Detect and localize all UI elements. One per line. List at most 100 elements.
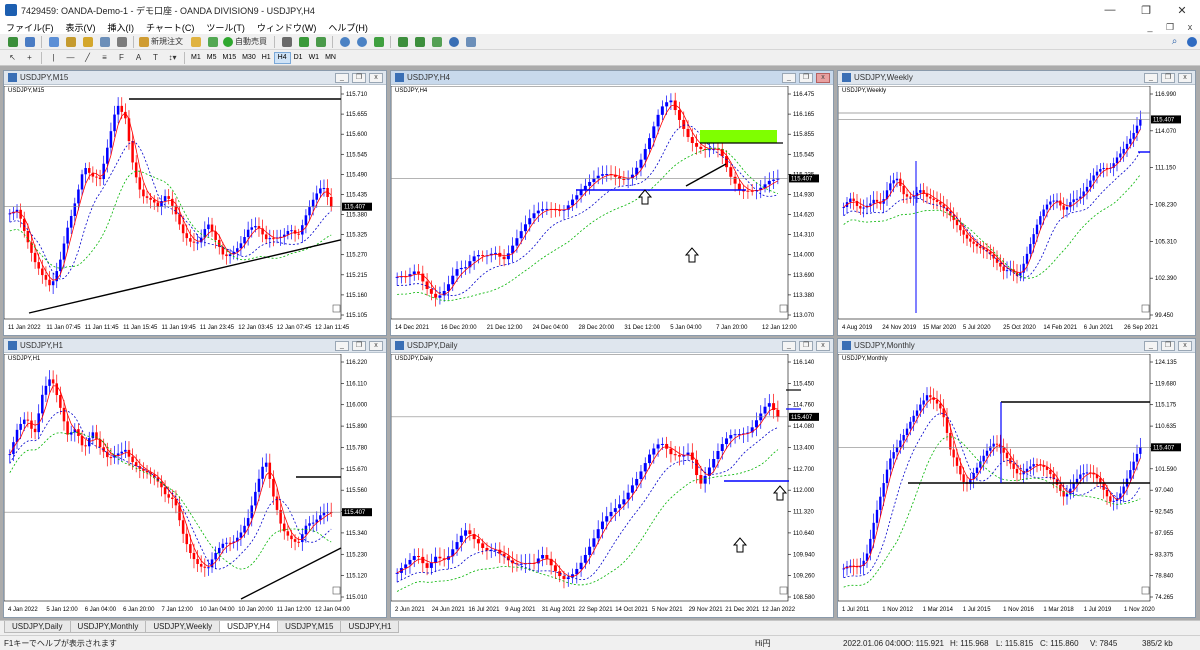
fibonacci-tool[interactable]: F — [115, 51, 128, 64]
chart-shift-button[interactable] — [413, 35, 426, 48]
options-button[interactable] — [206, 35, 219, 48]
chart-minimize-button[interactable]: _ — [782, 340, 796, 351]
periods-button[interactable] — [447, 35, 460, 48]
auto-trading-button[interactable]: 自動売買 — [223, 35, 269, 48]
chart-close-button[interactable]: x — [369, 340, 383, 351]
zoom-out-button[interactable] — [355, 35, 368, 48]
new-chart-button[interactable] — [6, 35, 19, 48]
chart-minimize-button[interactable]: _ — [782, 72, 796, 83]
menu-file[interactable]: ファイル(F) — [0, 21, 60, 34]
data-window-button[interactable] — [64, 35, 77, 48]
mdi-close-button[interactable]: x — [1180, 22, 1200, 33]
account-button[interactable] — [1185, 35, 1198, 48]
chart-window-titlebar[interactable]: USDJPY,H1 _ ❐ x — [4, 339, 386, 353]
tab-usdjpy-m15[interactable]: USDJPY,M15 — [277, 621, 342, 633]
timeframe-d1[interactable]: D1 — [291, 52, 306, 64]
chart-minimize-button[interactable]: _ — [335, 340, 349, 351]
menu-window[interactable]: ウィンドウ(W) — [251, 21, 323, 34]
close-button[interactable]: ✕ — [1164, 0, 1200, 20]
label-tool[interactable]: T — [149, 51, 162, 64]
chart-canvas[interactable]: 116.990 114.070 111.150 108.230 105.310 102.3… — [838, 86, 1195, 335]
mdi-restore-button[interactable]: ❐ — [1160, 22, 1180, 33]
text-tool[interactable]: A — [132, 51, 145, 64]
maximize-button[interactable]: ❐ — [1128, 0, 1164, 20]
chart-window-titlebar[interactable]: USDJPY,M15 _ ❐ x — [4, 71, 386, 85]
menu-help[interactable]: ヘルプ(H) — [322, 21, 374, 34]
mdi-minimize-button[interactable]: _ — [1140, 22, 1160, 33]
chart-canvas[interactable]: 124.135119.680115.175110.635106.045101.5… — [838, 354, 1195, 617]
search-button[interactable]: ⌕ — [1168, 35, 1181, 48]
menu-charts[interactable]: チャート(C) — [140, 21, 200, 34]
indicators-button[interactable] — [430, 35, 443, 48]
market-watch-button[interactable] — [47, 35, 60, 48]
candlestick-button[interactable] — [297, 35, 310, 48]
timeframe-m5[interactable]: M5 — [204, 52, 220, 64]
tab-usdjpy-daily[interactable]: USDJPY,Daily — [4, 621, 71, 633]
chart-canvas[interactable]: 116.140 115.450 114.760 114.080 113.400 112.7… — [391, 354, 833, 617]
timeframe-mn[interactable]: MN — [322, 52, 339, 64]
chart-close-button[interactable]: x — [1178, 340, 1192, 351]
metaeditor-button[interactable] — [189, 35, 202, 48]
tab-usdjpy-weekly[interactable]: USDJPY,Weekly — [145, 621, 221, 633]
chart-window-m15[interactable]: USDJPY,M15 _ ❐ x 115.710 115.655 115.600 115.54… — [3, 70, 387, 336]
menu-tools[interactable]: ツール(T) — [200, 21, 251, 34]
chart-close-button[interactable]: x — [369, 72, 383, 83]
tab-usdjpy-h4[interactable]: USDJPY,H4 — [219, 621, 279, 633]
arrows-tool[interactable]: ↕▾ — [166, 51, 179, 64]
profiles-button[interactable] — [23, 35, 36, 48]
chart-restore-button[interactable]: ❐ — [799, 340, 813, 351]
chart-restore-button[interactable]: ❐ — [352, 72, 366, 83]
navigator-button[interactable] — [81, 35, 94, 48]
chart-canvas[interactable]: 116.220 116.110 116.000 115.890 115.780 115.6… — [4, 354, 386, 617]
tab-usdjpy-monthly[interactable]: USDJPY,Monthly — [69, 621, 147, 633]
line-chart-button[interactable] — [314, 35, 327, 48]
minimize-button[interactable]: — — [1092, 0, 1128, 20]
timeframe-h1[interactable]: H1 — [259, 52, 274, 64]
vertical-line-tool[interactable]: | — [47, 51, 60, 64]
chart-canvas[interactable]: 116.475116.165115.855115.545115.235114.9… — [391, 86, 833, 335]
chart-minimize-button[interactable]: _ — [1144, 72, 1158, 83]
chart-window-monthly[interactable]: USDJPY,Monthly _ ❐ x 124.135 119.680 115.175 11… — [837, 338, 1196, 618]
chart-restore-button[interactable]: ❐ — [799, 72, 813, 83]
auto-scroll-button[interactable] — [396, 35, 409, 48]
candle-body — [648, 454, 652, 464]
chart-close-button[interactable]: x — [816, 340, 830, 351]
zoom-in-button[interactable] — [338, 35, 351, 48]
new-order-button[interactable]: 新規注文 — [139, 35, 185, 48]
templates-button[interactable] — [464, 35, 477, 48]
chart-restore-button[interactable]: ❐ — [1161, 72, 1175, 83]
menu-view[interactable]: 表示(V) — [60, 21, 102, 34]
x-tick-label: 1 Jul 2011 — [842, 607, 870, 613]
chart-window-titlebar[interactable]: USDJPY,Monthly _ ❐ x — [838, 339, 1195, 353]
crosshair-tool[interactable]: + — [23, 51, 36, 64]
bar-chart-button[interactable] — [280, 35, 293, 48]
chart-window-titlebar[interactable]: USDJPY,H4 _ ❐ x — [391, 71, 833, 85]
menu-insert[interactable]: 挿入(I) — [102, 21, 141, 34]
timeframe-m30[interactable]: M30 — [239, 52, 259, 64]
terminal-button[interactable] — [98, 35, 111, 48]
chart-window-daily[interactable]: USDJPY,Daily _ ❐ x 116.140 115.450 114.760 114.… — [390, 338, 834, 618]
timeframe-m1[interactable]: M1 — [188, 52, 204, 64]
chart-window-h1[interactable]: USDJPY,H1 _ ❐ x 116.220 116.110 116.000 115.890… — [3, 338, 387, 618]
chart-minimize-button[interactable]: _ — [1144, 340, 1158, 351]
chart-window-titlebar[interactable]: USDJPY,Daily _ ❐ x — [391, 339, 833, 353]
trendline-tool[interactable]: ╱ — [81, 51, 94, 64]
timeframe-m15[interactable]: M15 — [219, 52, 239, 64]
chart-window-h4[interactable]: USDJPY,H4 _ ❐ x 116.475 116.165 115.855 115.545… — [390, 70, 834, 336]
tab-usdjpy-h1[interactable]: USDJPY,H1 — [340, 621, 400, 633]
chart-restore-button[interactable]: ❐ — [352, 340, 366, 351]
horizontal-line-tool[interactable]: — — [64, 51, 77, 64]
channel-tool[interactable]: ≡ — [98, 51, 111, 64]
chart-close-button[interactable]: x — [816, 72, 830, 83]
chart-window-titlebar[interactable]: USDJPY,Weekly _ ❐ x — [838, 71, 1195, 85]
chart-window-weekly[interactable]: USDJPY,Weekly _ ❐ x 116.990 114.070 111.150 108… — [837, 70, 1196, 336]
chart-restore-button[interactable]: ❐ — [1161, 340, 1175, 351]
timeframe-h4[interactable]: H4 — [273, 51, 291, 64]
tile-windows-button[interactable] — [372, 35, 385, 48]
timeframe-w1[interactable]: W1 — [306, 52, 323, 64]
strategy-tester-button[interactable] — [115, 35, 128, 48]
chart-minimize-button[interactable]: _ — [335, 72, 349, 83]
cursor-tool[interactable]: ↖ — [6, 51, 19, 64]
chart-canvas[interactable]: 115.710 115.655 115.600 115.545 115.490 115.4… — [4, 86, 386, 335]
chart-close-button[interactable]: x — [1178, 72, 1192, 83]
